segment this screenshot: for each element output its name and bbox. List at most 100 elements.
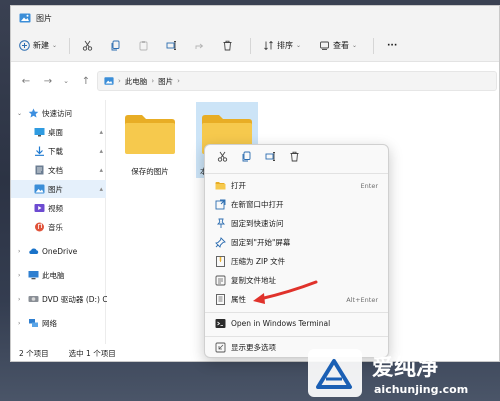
folder-icon (125, 115, 175, 154)
nav-item-music[interactable]: 音乐 (11, 218, 106, 236)
star-icon (28, 108, 39, 118)
address-bar-row: ← → ⌄ ↑ › 此电脑 › 图片 › (11, 62, 499, 100)
scissors-icon (217, 151, 228, 162)
nav-item-desktop[interactable]: 桌面 ▴ (11, 123, 106, 141)
menu-divider (205, 173, 388, 174)
chevron-down-icon[interactable]: ⌄ (17, 110, 22, 117)
nav-label: 下载 (48, 146, 63, 156)
share-button[interactable] (194, 34, 216, 58)
forward-arrow-icon[interactable]: → (41, 76, 55, 87)
view-icon (320, 41, 329, 50)
cloud-icon (29, 248, 39, 254)
pc-icon (28, 271, 39, 280)
chevron-right-icon[interactable]: › (18, 320, 20, 327)
nav-item-this-pc[interactable]: › 此电脑 (11, 266, 106, 284)
menu-label: 显示更多选项 (231, 343, 276, 352)
more-button[interactable]: ··· (384, 34, 404, 58)
context-quick-actions (205, 145, 388, 171)
menu-item-pin-start[interactable]: 固定到"开始"屏幕 (205, 233, 388, 252)
plus-circle-icon (19, 40, 30, 51)
view-button[interactable]: 查看 ⌄ (319, 34, 369, 58)
pin-icon: ▴ (99, 128, 103, 136)
menu-item-pin-quick-access[interactable]: 固定到快速访问 (205, 214, 388, 233)
rename-icon (265, 152, 275, 161)
back-arrow-icon[interactable]: ← (19, 76, 33, 87)
menu-item-open[interactable]: 打开 Enter (205, 176, 388, 195)
terminal-icon (215, 319, 226, 328)
menu-item-open-terminal[interactable]: Open in Windows Terminal (205, 314, 388, 333)
breadcrumb-this-pc[interactable]: 此电脑 (125, 76, 148, 87)
new-button[interactable]: 新建 ⌄ (19, 34, 69, 58)
pin-icon: ▴ (99, 147, 103, 155)
paste-button[interactable] (138, 34, 160, 58)
breadcrumb-pictures[interactable]: 图片 (158, 76, 173, 87)
sort-label: 排序 (277, 41, 293, 50)
network-icon (29, 319, 38, 327)
nav-item-onedrive[interactable]: › OneDrive (11, 242, 106, 260)
menu-label: 属性 (231, 295, 246, 304)
up-arrow-icon[interactable]: ↑ (79, 76, 93, 87)
breadcrumb-separator: › (118, 77, 121, 85)
window-title: 图片 (36, 13, 52, 23)
folder-item[interactable]: 保存的图片 (119, 106, 181, 182)
menu-item-compress-zip[interactable]: 压缩为 ZIP 文件 (205, 252, 388, 271)
sort-button[interactable]: 排序 ⌄ (263, 34, 311, 58)
menu-shortcut: Enter (360, 181, 378, 190)
rename-button[interactable] (265, 151, 279, 165)
trash-icon (223, 40, 232, 51)
chevron-down-icon: ⌄ (296, 42, 302, 49)
nav-item-network[interactable]: › 网络 (11, 314, 106, 332)
address-field[interactable]: › 此电脑 › 图片 › (97, 71, 497, 91)
menu-label: 打开 (231, 181, 246, 190)
copy-button[interactable] (110, 34, 132, 58)
pin-icon: ▴ (99, 185, 103, 193)
nav-item-pictures[interactable]: 图片 ▴ (11, 180, 106, 198)
copy-path-icon (215, 275, 226, 286)
nav-item-quick-access[interactable]: ⌄ 快速访问 (11, 104, 106, 122)
nav-item-downloads[interactable]: 下载 ▴ (11, 142, 106, 160)
copy-button[interactable] (241, 151, 255, 165)
copy-icon (111, 40, 120, 51)
scissors-icon (82, 40, 93, 51)
chevron-right-icon[interactable]: › (18, 272, 20, 279)
chevron-right-icon[interactable]: › (18, 296, 20, 303)
menu-label: 固定到快速访问 (231, 219, 284, 228)
pin-icon: ▴ (99, 166, 103, 174)
selection-count: 选中 1 个项目 (68, 349, 116, 358)
toolbar-divider (373, 37, 374, 54)
recent-chevron-icon[interactable]: ⌄ (59, 77, 73, 85)
menu-label: 在新窗口中打开 (231, 200, 284, 209)
nav-item-videos[interactable]: 视频 (11, 199, 106, 217)
nav-label: 视频 (48, 203, 63, 213)
desktop-icon (34, 128, 45, 137)
title-bar: 图片 (11, 6, 499, 30)
nav-item-documents[interactable]: 文档 ▴ (11, 161, 106, 179)
cut-button[interactable] (82, 34, 104, 58)
nav-label: 此电脑 (42, 270, 65, 280)
paste-icon (139, 41, 148, 51)
share-icon (195, 43, 204, 49)
chevron-right-icon[interactable]: › (18, 248, 20, 255)
video-icon (34, 204, 45, 212)
nav-label: 文档 (48, 165, 63, 175)
navigation-pane: ⌄ 快速访问 桌面 ▴ 下载 ▴ 文档 ▴ 图片 ▴ 视频 音乐 › OneDr… (11, 100, 113, 344)
cut-button[interactable] (217, 151, 231, 165)
chevron-down-icon: ⌄ (352, 42, 358, 49)
nav-label: DVD 驱动器 (D:) CC (42, 294, 113, 304)
more-options-icon (215, 342, 226, 353)
sort-icon (264, 40, 273, 51)
view-label: 查看 (333, 41, 349, 50)
nav-label: 音乐 (48, 222, 63, 232)
delete-button[interactable] (222, 34, 244, 58)
chevron-down-icon: ⌄ (52, 42, 58, 49)
nav-label: OneDrive (42, 246, 78, 256)
rename-button[interactable] (166, 34, 188, 58)
breadcrumb-separator: › (177, 77, 180, 85)
pin-icon (216, 218, 226, 228)
menu-shortcut: Alt+Enter (346, 295, 378, 304)
pictures-icon (34, 184, 45, 194)
nav-item-dvd-drive[interactable]: › DVD 驱动器 (D:) CC (11, 290, 113, 308)
delete-button[interactable] (289, 151, 303, 165)
pin-start-icon (215, 237, 226, 248)
menu-item-open-new-window[interactable]: 在新窗口中打开 (205, 195, 388, 214)
